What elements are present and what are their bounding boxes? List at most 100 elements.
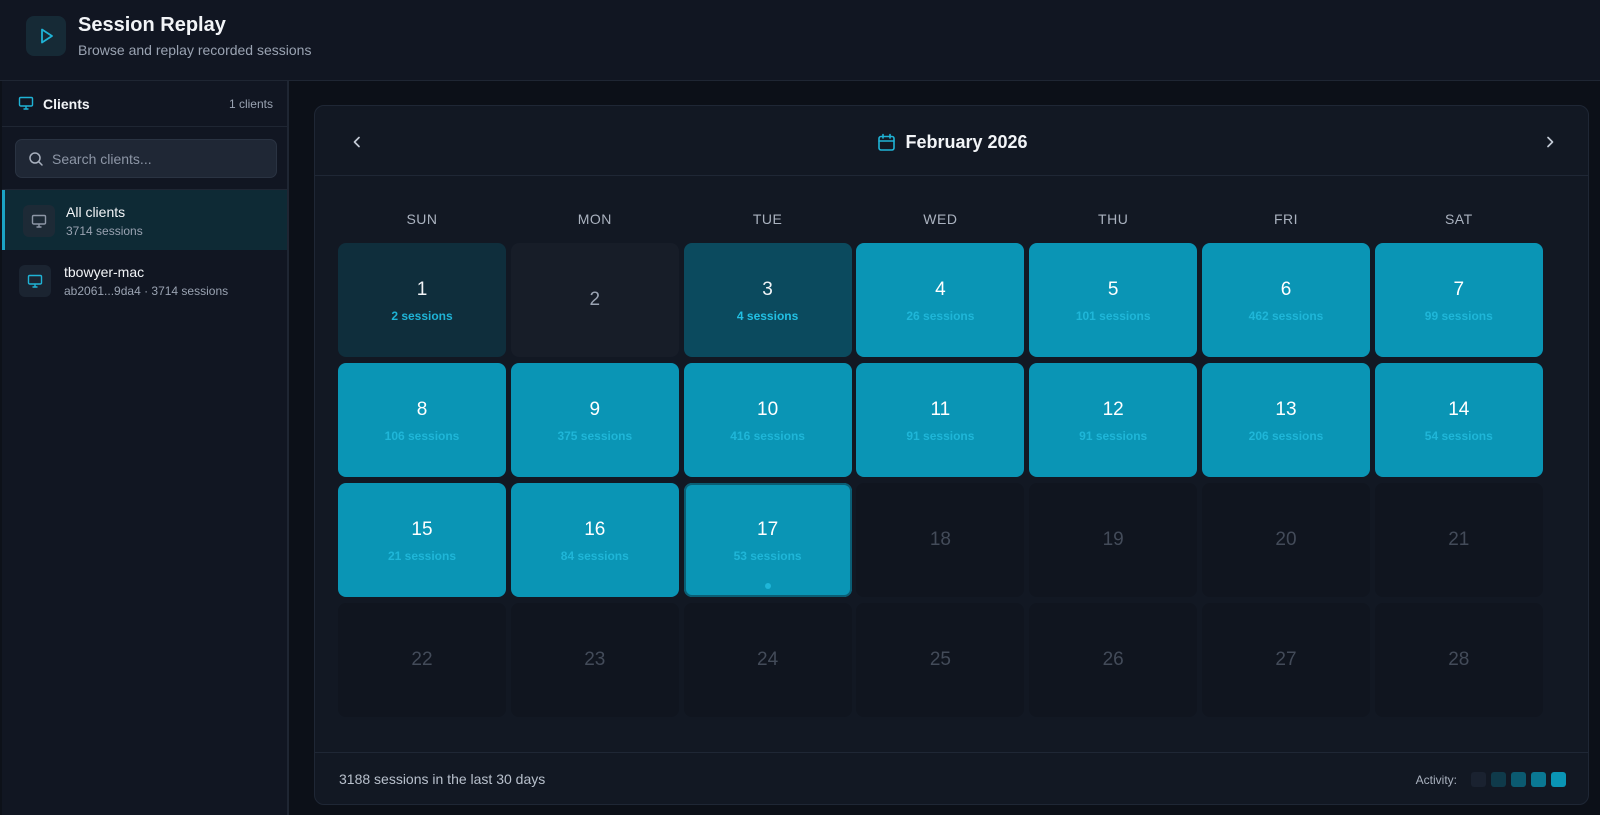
day-number: 18: [929, 529, 951, 550]
day-number: 17: [757, 519, 779, 540]
day-number: 6: [1280, 279, 1292, 300]
search-field[interactable]: [15, 139, 277, 178]
day-cell-1[interactable]: 1 2 sessions: [338, 243, 506, 357]
day-cell-24: 24: [683, 603, 852, 717]
day-session-count: 416 sessions: [730, 429, 805, 443]
day-cell-9[interactable]: 9 375 sessions: [510, 363, 679, 477]
legend-label: Activity:: [1415, 772, 1457, 787]
day-cell-8[interactable]: 8 106 sessions: [338, 363, 506, 477]
sessions-summary: 3188 sessions in the last 30 days: [339, 771, 546, 787]
day-cell-16[interactable]: 16 84 sessions: [510, 483, 679, 597]
calendar-header: February 2026: [315, 106, 1588, 176]
weekday-sun: SUN: [406, 211, 438, 227]
sidebar-title: Clients: [43, 96, 90, 112]
day-number: 27: [1275, 649, 1297, 670]
day-cell-14[interactable]: 14 54 sessions: [1374, 363, 1543, 477]
legend-swatch-3: [1531, 772, 1546, 787]
calendar-icon: [878, 133, 896, 151]
day-session-count: 462 sessions: [1248, 309, 1324, 323]
day-number: 16: [584, 519, 606, 540]
day-number: 2: [589, 289, 601, 310]
legend-swatch-4: [1551, 772, 1566, 787]
day-cell-15[interactable]: 15 21 sessions: [338, 483, 506, 597]
client-sessions: ab2061...9da4 · 3714 sessions: [64, 284, 229, 298]
day-session-count: 84 sessions: [560, 549, 629, 563]
day-cell-27: 27: [1202, 603, 1370, 717]
day-cell-3[interactable]: 3 4 sessions: [683, 243, 852, 357]
day-session-count: 54 sessions: [1424, 429, 1493, 443]
day-number: 20: [1275, 529, 1297, 550]
app-header: Session Replay Browse and replay recorde…: [0, 0, 1600, 81]
legend-swatch-2: [1511, 772, 1526, 787]
monitor-icon: [23, 205, 55, 237]
legend-swatch-1: [1491, 772, 1506, 787]
day-cell-4[interactable]: 4 26 sessions: [856, 243, 1025, 357]
day-number: 22: [411, 649, 433, 670]
activity-legend: Activity:: [1416, 772, 1566, 787]
search-input[interactable]: [52, 140, 272, 177]
weekday-mon: MON: [577, 211, 612, 227]
weekday-tue: TUE: [752, 211, 783, 227]
day-session-count: 101 sessions: [1075, 309, 1151, 323]
day-cell-5[interactable]: 5 101 sessions: [1029, 243, 1198, 357]
client-name: All clients: [66, 204, 126, 220]
day-cell-20: 20: [1202, 483, 1370, 597]
today-indicator: [764, 583, 771, 589]
day-session-count: 53 sessions: [733, 549, 802, 563]
day-number: 26: [1102, 649, 1124, 670]
day-session-count: 91 sessions: [1079, 429, 1148, 443]
day-cell-7[interactable]: 7 99 sessions: [1374, 243, 1543, 357]
day-session-count: 21 sessions: [387, 549, 457, 563]
month-label: February 2026: [315, 129, 1588, 155]
day-number: 8: [416, 399, 428, 420]
day-cell-12[interactable]: 12 91 sessions: [1029, 363, 1198, 477]
client-item-tbowyer-mac[interactable]: tbowyer-mac ab2061...9da4 · 3714 session…: [2, 250, 287, 310]
sidebar-header: Clients 1 clients: [2, 81, 287, 127]
day-number: 23: [584, 649, 606, 670]
day-cell-21: 21: [1374, 483, 1543, 597]
day-number: 3: [762, 279, 773, 300]
calendar-footer: 3188 sessions in the last 30 days Activi…: [315, 752, 1588, 804]
day-session-count: 2 sessions: [391, 309, 453, 323]
clients-sidebar: Clients 1 clients All clients 3714 sessi…: [2, 81, 289, 815]
day-cell-23: 23: [510, 603, 679, 717]
weekday-thu: THU: [1098, 211, 1129, 227]
next-month-button[interactable]: [1536, 128, 1564, 156]
day-number: 28: [1448, 649, 1470, 670]
weekday-sat: SAT: [1444, 211, 1473, 227]
day-number: 24: [757, 649, 779, 670]
weekday-fri: FRI: [1273, 211, 1299, 227]
day-session-count: 375 sessions: [557, 429, 633, 443]
day-number: 7: [1453, 279, 1465, 300]
day-number: 13: [1275, 399, 1297, 420]
day-cell-17[interactable]: 17 53 sessions: [683, 483, 852, 597]
day-number: 19: [1102, 529, 1124, 550]
weekday-wed: WED: [923, 211, 958, 227]
day-cell-11[interactable]: 11 91 sessions: [856, 363, 1025, 477]
client-item-all-clients[interactable]: All clients 3714 sessions: [2, 190, 287, 250]
day-cell-13[interactable]: 13 206 sessions: [1202, 363, 1370, 477]
day-session-count: 4 sessions: [736, 309, 799, 323]
clients-count: 1 clients: [228, 97, 273, 111]
day-cell-18: 18: [856, 483, 1025, 597]
day-session-count: 106 sessions: [384, 429, 460, 443]
day-number: 4: [935, 279, 946, 300]
day-number: 14: [1448, 399, 1470, 420]
day-session-count: 91 sessions: [906, 429, 975, 443]
day-number: 10: [757, 399, 779, 420]
day-cell-22: 22: [338, 603, 506, 717]
legend-swatch-0: [1471, 772, 1486, 787]
day-cell-26: 26: [1029, 603, 1198, 717]
search-icon: [28, 151, 44, 172]
monitor-icon: [18, 95, 34, 116]
day-cell-6[interactable]: 6 462 sessions: [1202, 243, 1370, 357]
day-number: 1: [416, 279, 428, 300]
day-cell-28: 28: [1374, 603, 1543, 717]
day-cell-19: 19: [1029, 483, 1198, 597]
chevron-right-icon: [1547, 136, 1554, 148]
day-cell-10[interactable]: 10 416 sessions: [683, 363, 852, 477]
day-cell-2[interactable]: 2: [510, 243, 679, 357]
day-number: 15: [411, 519, 433, 540]
day-session-count: 26 sessions: [906, 309, 975, 323]
day-session-count: 206 sessions: [1248, 429, 1324, 443]
